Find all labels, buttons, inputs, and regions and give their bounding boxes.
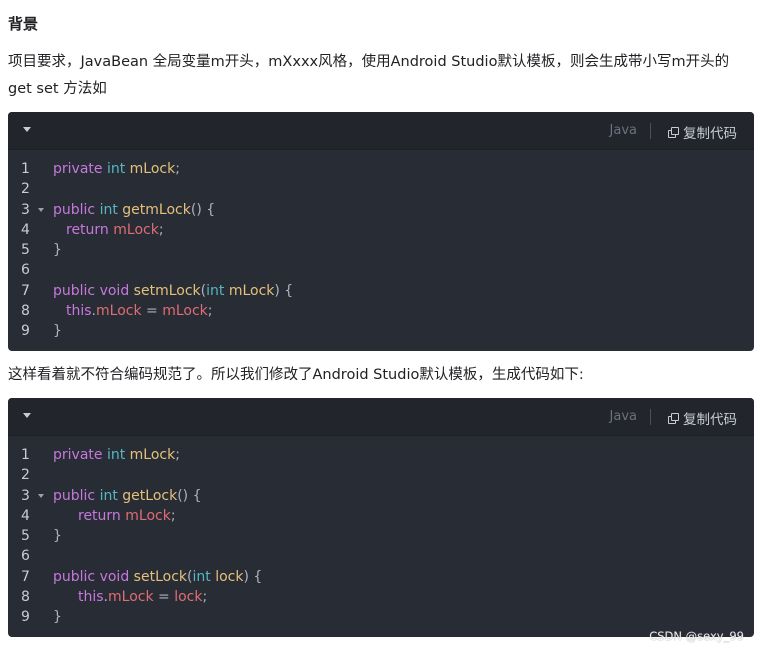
header-divider [650, 409, 651, 425]
code-line: 7 public void setLock(int lock) { [8, 567, 754, 587]
language-label: Java [609, 409, 637, 424]
code-block-1: Java 复制代码 1 private int mLock; 2 3 publi… [8, 112, 754, 351]
intro-line-1: 项目要求，JavaBean 全局变量m开头，mXxxx风格，使用Android … [8, 54, 730, 70]
copy-icon [668, 126, 679, 138]
header-divider [650, 123, 651, 139]
section-heading: 背景 [8, 15, 39, 33]
copy-icon [668, 412, 679, 424]
line-number: 8 [21, 589, 30, 606]
code-line: 7 public void setmLock(int mLock) { [8, 281, 754, 301]
line-number: 7 [21, 282, 30, 299]
intro-paragraph: 项目要求，JavaBean 全局变量m开头，mXxxx风格，使用Android … [8, 49, 748, 103]
copy-label: 复制代码 [683, 412, 737, 428]
code-line: 9 } [8, 607, 754, 627]
code-line: 4 return mLock; [8, 220, 754, 240]
code-line: 9 } [8, 321, 754, 341]
code-block-header: Java 复制代码 [8, 398, 754, 436]
line-number: 9 [21, 609, 30, 626]
code-line: 6 [8, 260, 754, 280]
line-number: 5 [21, 242, 30, 259]
line-number: 9 [21, 323, 30, 340]
fold-icon[interactable] [38, 493, 44, 498]
language-label: Java [609, 123, 637, 138]
line-number: 7 [21, 568, 30, 585]
line-number: 8 [21, 303, 30, 320]
explanation-paragraph: 这样看着就不符合编码规范了。所以我们修改了Android Studio默认模板，… [8, 367, 584, 383]
collapse-icon[interactable] [23, 413, 31, 418]
code-line: 3 public int getmLock() { [8, 200, 754, 220]
line-number: 6 [21, 548, 30, 565]
code-line: 2 [8, 179, 754, 199]
line-number: 2 [21, 181, 30, 198]
code-body: 1 private int mLock; 2 3 public int getL… [8, 436, 754, 628]
collapse-icon[interactable] [23, 127, 31, 132]
code-line: 4 return mLock; [8, 506, 754, 526]
code-line: 3 public int getLock() { [8, 486, 754, 506]
line-number: 4 [21, 507, 30, 524]
code-block-2: Java 复制代码 1 private int mLock; 2 3 publi… [8, 398, 754, 637]
code-line: 5 } [8, 240, 754, 260]
code-line: 1 private int mLock; [8, 159, 754, 179]
line-number: 1 [21, 447, 30, 463]
code-line: 8 this.mLock = lock; [8, 587, 754, 607]
watermark: CSDN @sexy_99 [649, 629, 744, 643]
line-number: 2 [21, 467, 30, 484]
line-number: 6 [21, 262, 30, 279]
fold-icon[interactable] [38, 207, 44, 212]
code-body: 1 private int mLock; 2 3 public int getm… [8, 150, 754, 342]
code-line: 5 } [8, 526, 754, 546]
code-block-header: Java 复制代码 [8, 112, 754, 150]
line-number: 4 [21, 221, 30, 238]
line-number: 1 [21, 161, 30, 177]
copy-code-button[interactable]: 复制代码 [668, 122, 737, 142]
code-line: 2 [8, 465, 754, 485]
copy-label: 复制代码 [683, 126, 737, 142]
line-number: 5 [21, 528, 30, 545]
line-number: 3 [21, 487, 30, 504]
line-number: 3 [21, 201, 30, 218]
intro-line-2: get set 方法如 [8, 81, 107, 97]
code-line: 8 this.mLock = mLock; [8, 301, 754, 321]
code-line: 1 private int mLock; [8, 445, 754, 465]
code-line: 6 [8, 546, 754, 566]
copy-code-button[interactable]: 复制代码 [668, 408, 737, 428]
